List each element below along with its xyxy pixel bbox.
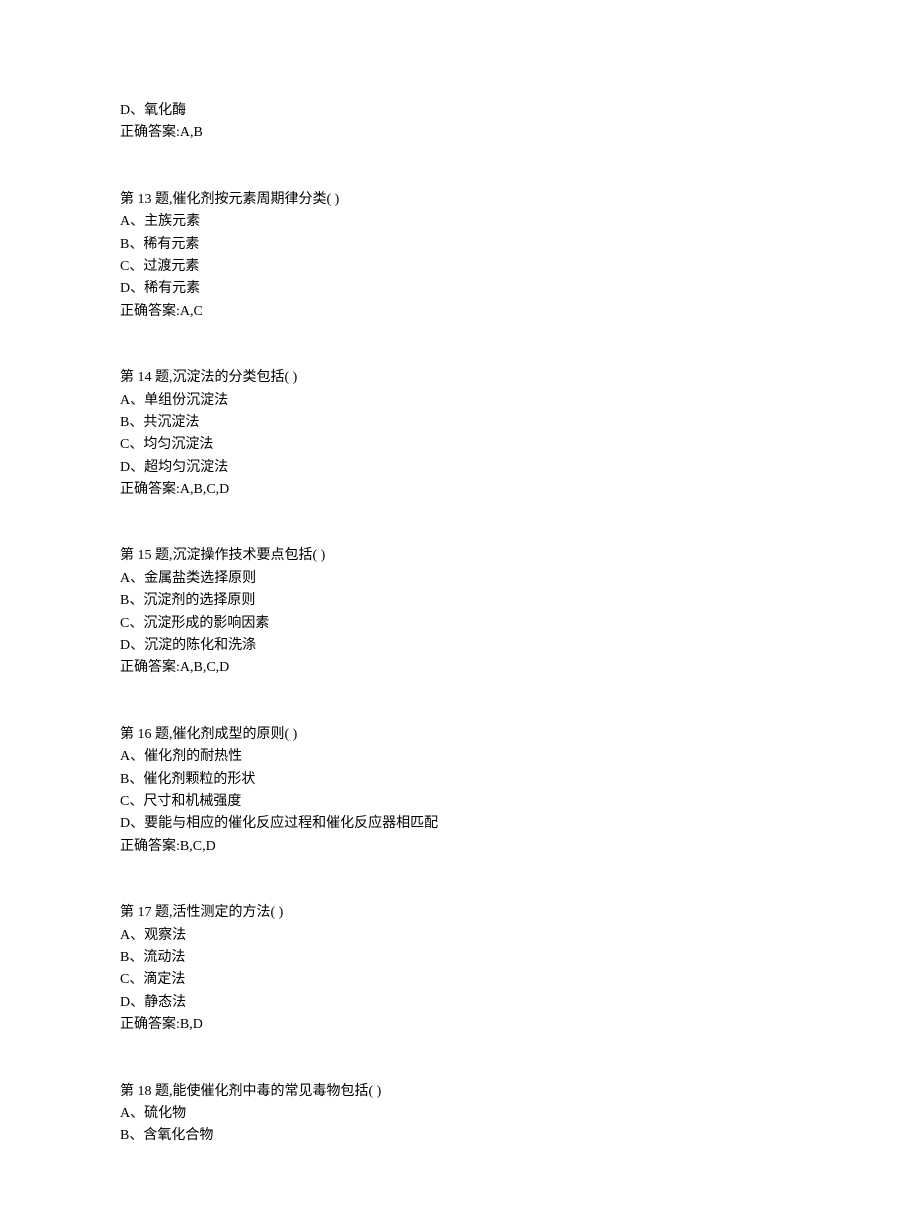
option-d: D、静态法 [120,992,800,1014]
option-c: C、过渡元素 [120,256,800,278]
question-header: 第 17 题,活性测定的方法( ) [120,902,800,924]
answer-text: 正确答案:B,C,D [120,836,800,858]
question-17: 第 17 题,活性测定的方法( ) A、观察法 B、流动法 C、滴定法 D、静态… [120,902,800,1036]
option-b: B、含氧化合物 [120,1125,800,1147]
question-header: 第 18 题,能使催化剂中毒的常见毒物包括( ) [120,1081,800,1103]
option-a: A、硫化物 [120,1103,800,1125]
option-d: D、超均匀沉淀法 [120,457,800,479]
answer-text: 正确答案:A,B [120,122,800,144]
answer-text: 正确答案:A,C [120,301,800,323]
option-a: A、观察法 [120,925,800,947]
option-c: C、滴定法 [120,969,800,991]
option-b: B、稀有元素 [120,234,800,256]
option-b: B、流动法 [120,947,800,969]
option-a: A、主族元素 [120,211,800,233]
option-d: D、沉淀的陈化和洗涤 [120,635,800,657]
option-b: B、共沉淀法 [120,412,800,434]
answer-text: 正确答案:A,B,C,D [120,657,800,679]
question-header: 第 13 题,催化剂按元素周期律分类( ) [120,189,800,211]
question-header: 第 14 题,沉淀法的分类包括( ) [120,367,800,389]
answer-text: 正确答案:B,D [120,1014,800,1036]
question-13: 第 13 题,催化剂按元素周期律分类( ) A、主族元素 B、稀有元素 C、过渡… [120,189,800,323]
question-15: 第 15 题,沉淀操作技术要点包括( ) A、金属盐类选择原则 B、沉淀剂的选择… [120,545,800,679]
option-d: D、氧化酶 [120,100,800,122]
question-header: 第 15 题,沉淀操作技术要点包括( ) [120,545,800,567]
option-b: B、沉淀剂的选择原则 [120,590,800,612]
option-c: C、尺寸和机械强度 [120,791,800,813]
option-a: A、催化剂的耐热性 [120,746,800,768]
option-d: D、要能与相应的催化反应过程和催化反应器相匹配 [120,813,800,835]
question-header: 第 16 题,催化剂成型的原则( ) [120,724,800,746]
question-12-partial: D、氧化酶 正确答案:A,B [120,100,800,145]
option-a: A、单组份沉淀法 [120,390,800,412]
option-a: A、金属盐类选择原则 [120,568,800,590]
question-14: 第 14 题,沉淀法的分类包括( ) A、单组份沉淀法 B、共沉淀法 C、均匀沉… [120,367,800,501]
option-c: C、均匀沉淀法 [120,434,800,456]
question-16: 第 16 题,催化剂成型的原则( ) A、催化剂的耐热性 B、催化剂颗粒的形状 … [120,724,800,858]
option-c: C、沉淀形成的影响因素 [120,613,800,635]
option-b: B、催化剂颗粒的形状 [120,769,800,791]
answer-text: 正确答案:A,B,C,D [120,479,800,501]
option-d: D、稀有元素 [120,278,800,300]
question-18: 第 18 题,能使催化剂中毒的常见毒物包括( ) A、硫化物 B、含氧化合物 [120,1081,800,1148]
